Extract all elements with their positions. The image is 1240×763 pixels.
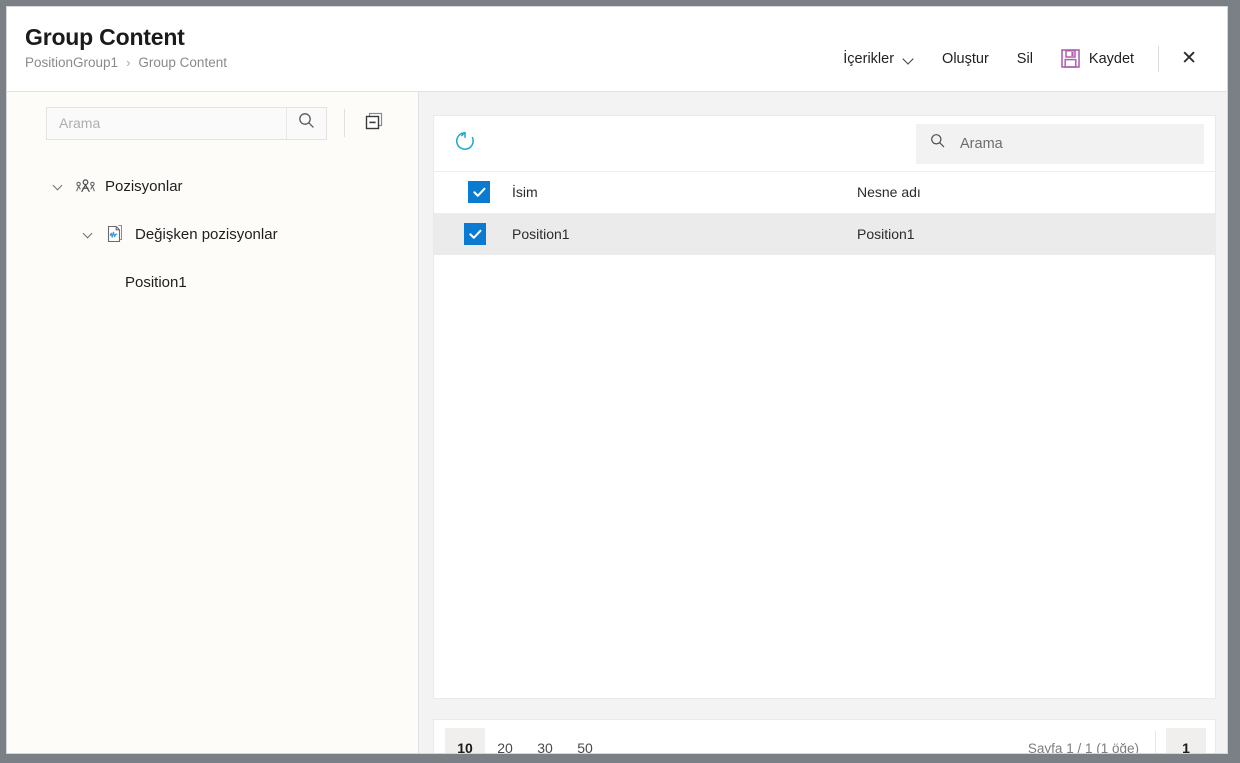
page-info-label: Sayfa 1 / 1 (1 öğe) bbox=[1028, 741, 1139, 755]
footer-divider bbox=[1155, 731, 1156, 754]
collapse-all-button[interactable] bbox=[361, 110, 387, 136]
breadcrumb-current: Group Content bbox=[138, 55, 227, 70]
save-button[interactable]: Kaydet bbox=[1047, 43, 1148, 74]
chevron-down-icon[interactable] bbox=[81, 226, 97, 242]
page-body: Pozisyonlar Değişken pozisyonlar bbox=[7, 92, 1227, 753]
row-checkbox[interactable] bbox=[464, 223, 486, 245]
column-header-object-name[interactable]: Nesne adı bbox=[852, 172, 1215, 213]
page-size-10[interactable]: 10 bbox=[445, 728, 485, 754]
page-size-20[interactable]: 20 bbox=[485, 728, 525, 754]
tree-search-wrapper bbox=[46, 107, 327, 140]
app-window: Group Content PositionGroup1 › Group Con… bbox=[6, 6, 1228, 754]
save-icon bbox=[1061, 49, 1080, 68]
table-header: İsim Nesne adı bbox=[434, 172, 1215, 213]
content-table: İsim Nesne adı bbox=[434, 172, 1215, 255]
breadcrumb: PositionGroup1 › Group Content bbox=[25, 55, 227, 70]
page-title: Group Content bbox=[25, 23, 227, 51]
grid-search-wrapper bbox=[916, 124, 1204, 164]
search-icon bbox=[930, 133, 946, 154]
toolbar-divider bbox=[344, 109, 345, 137]
tree-node-label: Değişken pozisyonlar bbox=[135, 226, 278, 243]
people-icon bbox=[75, 176, 95, 196]
tree-search-button[interactable] bbox=[286, 108, 326, 139]
tree-search-input[interactable] bbox=[47, 108, 286, 139]
table-row[interactable]: Position1 Position1 bbox=[434, 213, 1215, 255]
cell-object-name: Position1 bbox=[852, 213, 1215, 255]
tree-node-label: Pozisyonlar bbox=[105, 178, 183, 195]
tree-node-position1[interactable]: Position1 bbox=[7, 266, 418, 298]
delete-button-label: Sil bbox=[1017, 51, 1033, 67]
header-divider bbox=[1158, 46, 1159, 72]
tree-node-degisken-pozisyonlar[interactable]: Değişken pozisyonlar bbox=[7, 218, 418, 250]
tree-panel: Pozisyonlar Değişken pozisyonlar bbox=[7, 92, 419, 753]
search-icon bbox=[298, 112, 315, 134]
waveform-document-icon bbox=[105, 224, 125, 244]
collapse-all-icon bbox=[364, 111, 384, 136]
row-select-cell bbox=[434, 213, 507, 255]
page-header: Group Content PositionGroup1 › Group Con… bbox=[7, 7, 1227, 92]
refresh-icon bbox=[453, 129, 477, 158]
chevron-down-icon[interactable] bbox=[51, 178, 67, 194]
content-panel: İsim Nesne adı bbox=[419, 92, 1227, 753]
create-button[interactable]: Oluştur bbox=[928, 45, 1003, 73]
grid-body: İsim Nesne adı bbox=[434, 172, 1215, 698]
column-header-name[interactable]: İsim bbox=[507, 172, 852, 213]
header-actions: İçerikler Oluştur Sil Kaydet bbox=[829, 43, 1209, 74]
breadcrumb-separator-icon: › bbox=[126, 55, 130, 70]
contents-menu-label: İçerikler bbox=[843, 51, 894, 67]
contents-menu-button[interactable]: İçerikler bbox=[829, 45, 928, 73]
tree-toolbar bbox=[7, 92, 418, 154]
pagination-info-group: Sayfa 1 / 1 (1 öğe) 1 bbox=[1028, 728, 1206, 754]
page-size-30[interactable]: 30 bbox=[525, 728, 565, 754]
grid-toolbar bbox=[434, 116, 1215, 172]
delete-button[interactable]: Sil bbox=[1003, 45, 1047, 73]
tree-node-pozisyonlar[interactable]: Pozisyonlar bbox=[7, 170, 418, 202]
table-header-row: İsim Nesne adı bbox=[434, 172, 1215, 213]
page-size-selector: 10 20 30 50 bbox=[445, 728, 605, 754]
table-body: Position1 Position1 bbox=[434, 213, 1215, 255]
grid-card: İsim Nesne adı bbox=[433, 115, 1216, 699]
grid-search-input[interactable] bbox=[958, 135, 1198, 153]
page-size-50[interactable]: 50 bbox=[565, 728, 605, 754]
chevron-down-icon bbox=[903, 55, 914, 62]
select-all-cell bbox=[434, 172, 507, 213]
save-button-label: Kaydet bbox=[1089, 51, 1134, 67]
breadcrumb-parent[interactable]: PositionGroup1 bbox=[25, 55, 118, 70]
select-all-checkbox[interactable] bbox=[468, 181, 490, 203]
cell-name: Position1 bbox=[507, 213, 852, 255]
tree-node-label: Position1 bbox=[125, 274, 187, 291]
create-button-label: Oluştur bbox=[942, 51, 989, 67]
refresh-button[interactable] bbox=[447, 126, 483, 162]
title-block: Group Content PositionGroup1 › Group Con… bbox=[25, 23, 227, 70]
close-button[interactable]: ✕ bbox=[1169, 46, 1209, 72]
grid-footer: 10 20 30 50 Sayfa 1 / 1 (1 öğe) 1 bbox=[433, 719, 1216, 754]
page-number-1[interactable]: 1 bbox=[1166, 728, 1206, 754]
tree-view: Pozisyonlar Değişken pozisyonlar bbox=[7, 170, 418, 314]
